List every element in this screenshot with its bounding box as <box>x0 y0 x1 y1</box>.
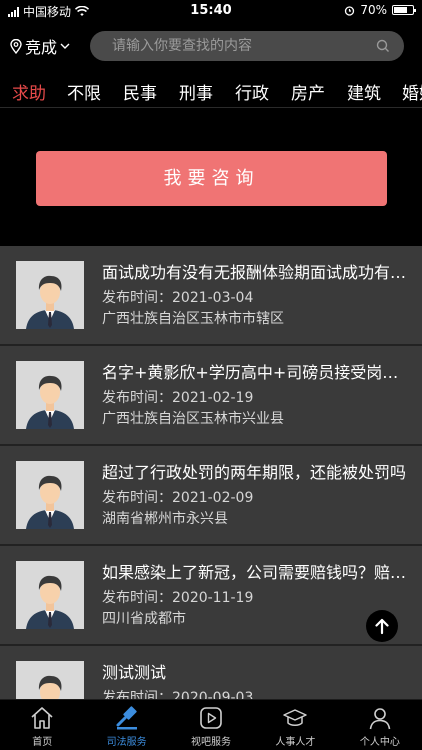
status-right: 70% <box>344 3 416 17</box>
list-item[interactable]: 面试成功有没有无报酬体验期面试成功有没有无报酬体验期 发布时间：2021-03-… <box>0 246 422 346</box>
avatar <box>16 461 84 529</box>
battery-percent: 70% <box>360 3 387 17</box>
avatar <box>16 361 84 429</box>
home-icon <box>31 707 53 729</box>
nav-video-services[interactable]: 视吧服务 <box>169 700 253 750</box>
tab-civil[interactable]: 民事 <box>123 79 157 104</box>
post-list[interactable]: 面试成功有没有无报酬体验期面试成功有没有无报酬体验期 发布时间：2021-03-… <box>0 246 422 699</box>
consult-button[interactable]: 我要咨询 <box>36 151 387 206</box>
graduation-cap-icon <box>283 709 308 726</box>
search-bar[interactable] <box>90 31 404 61</box>
post-region: 湖南省郴州市永兴县 <box>102 511 228 527</box>
tab-any[interactable]: 不限 <box>67 79 101 104</box>
avatar <box>16 561 84 629</box>
play-icon <box>200 707 222 729</box>
chevron-down-icon <box>60 43 70 49</box>
nav-legal-services-label: 司法服务 <box>106 737 147 748</box>
post-title: 面试成功有没有无报酬体验期面试成功有没有无报酬体验期 <box>102 263 408 282</box>
location-selector[interactable]: 竞成 <box>10 34 70 58</box>
avatar-person-icon <box>16 361 84 429</box>
search-icon[interactable] <box>376 39 390 53</box>
bottom-nav: 首页 司法服务 视吧服务 人事人才 个人中心 <box>0 699 422 750</box>
nav-video-services-label: 视吧服务 <box>191 737 232 748</box>
post-region: 广西壮族自治区玉林市兴业县 <box>102 411 284 427</box>
tab-property[interactable]: 房产 <box>291 79 325 104</box>
post-region: 广西壮族自治区玉林市市辖区 <box>102 311 284 327</box>
alarm-icon <box>345 5 355 16</box>
nav-home-label: 首页 <box>32 737 53 748</box>
nav-profile[interactable]: 个人中心 <box>338 700 422 750</box>
post-title: 测试测试 <box>102 663 167 682</box>
post-title: 如果感染上了新冠，公司需要赔钱吗？赔多少 <box>102 563 408 582</box>
post-title: 超过了行政处罚的两年期限，还能被处罚吗 <box>102 463 407 482</box>
list-item[interactable]: 超过了行政处罚的两年期限，还能被处罚吗 发布时间：2021-02-09 湖南省郴… <box>0 446 422 546</box>
nav-legal-services[interactable]: 司法服务 <box>84 700 168 750</box>
tab-construction[interactable]: 建筑 <box>347 79 381 104</box>
post-date: 发布时间：2021-03-04 <box>102 290 254 306</box>
post-region: 四川省成都市 <box>102 611 186 627</box>
scroll-top-button[interactable] <box>366 610 398 642</box>
tab-help[interactable]: 求助 <box>12 79 46 104</box>
location-label: 竞成 <box>25 38 58 57</box>
post-date: 发布时间：2021-02-09 <box>102 490 254 506</box>
avatar-person-icon <box>16 561 84 629</box>
list-item[interactable]: 如果感染上了新冠，公司需要赔钱吗？赔多少 发布时间：2020-11-19 四川省… <box>0 546 422 646</box>
category-tabs: 求助 不限 民事 刑事 行政 房产 建筑 婚姻 <box>0 72 422 108</box>
avatar-person-icon <box>16 261 84 329</box>
nav-hr-talent[interactable]: 人事人才 <box>253 700 337 750</box>
tab-criminal[interactable]: 刑事 <box>179 79 213 104</box>
person-icon <box>369 708 391 730</box>
avatar-person-icon <box>16 661 84 699</box>
tab-marriage[interactable]: 婚姻 <box>402 79 422 104</box>
post-date: 发布时间：2020-11-19 <box>102 590 254 606</box>
battery-fill <box>394 7 407 13</box>
tab-administrative[interactable]: 行政 <box>235 79 269 104</box>
avatar <box>16 261 84 329</box>
nav-profile-label: 个人中心 <box>359 737 400 748</box>
battery-icon <box>392 5 416 15</box>
nav-hr-talent-label: 人事人才 <box>275 737 316 748</box>
post-title: 名字+黄影欣+学历高中+司磅员接受岗位调岗 <box>102 363 408 382</box>
post-date: 发布时间：2020-09-03 <box>102 690 254 699</box>
location-pin-icon <box>10 38 22 54</box>
search-header: 竞成 <box>0 28 422 64</box>
list-item[interactable]: 测试测试 发布时间：2020-09-03 <box>0 646 422 699</box>
search-input[interactable] <box>112 31 372 61</box>
nav-home[interactable]: 首页 <box>0 700 84 750</box>
status-bar: 中国移动 15:40 70% <box>0 0 422 22</box>
post-date: 发布时间：2021-02-19 <box>102 390 254 406</box>
gavel-icon <box>116 706 137 730</box>
list-item[interactable]: 名字+黄影欣+学历高中+司磅员接受岗位调岗 发布时间：2021-02-19 广西… <box>0 346 422 446</box>
avatar-person-icon <box>16 461 84 529</box>
avatar <box>16 661 84 699</box>
arrow-up-icon <box>375 618 389 635</box>
